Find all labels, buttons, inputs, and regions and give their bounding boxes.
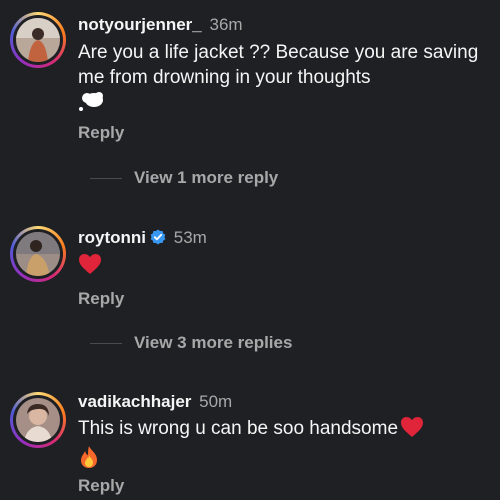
avatar-story-ring[interactable] — [10, 392, 66, 448]
thought-balloon-icon — [78, 90, 104, 119]
avatar[interactable] — [16, 398, 60, 442]
comment-header: roytonni 53m — [78, 228, 207, 250]
view-more-replies-button[interactable]: View 3 more replies — [90, 333, 292, 353]
avatar-story-ring[interactable] — [10, 12, 66, 68]
comments-feed: notyourjenner_ 36m Are you a life jacket… — [0, 0, 500, 500]
timestamp: 53m — [173, 228, 207, 247]
timestamp: 36m — [209, 15, 243, 34]
comment-header: vadikachhajer 50m — [78, 392, 232, 412]
divider-line — [90, 343, 122, 345]
reply-button[interactable]: Reply — [78, 476, 124, 496]
avatar[interactable] — [16, 18, 60, 62]
username[interactable]: vadikachhajer — [78, 392, 191, 411]
red-heart-icon — [78, 253, 102, 282]
reply-button[interactable]: Reply — [78, 289, 124, 309]
username[interactable]: roytonni — [78, 228, 146, 247]
username[interactable]: notyourjenner_ — [78, 15, 202, 34]
fire-icon — [78, 445, 100, 476]
comment-header: notyourjenner_ 36m — [78, 15, 243, 35]
timestamp: 50m — [199, 392, 233, 411]
verified-badge-icon — [150, 229, 166, 250]
comment-text — [78, 253, 488, 282]
red-heart-icon — [400, 416, 424, 445]
avatar[interactable] — [16, 232, 60, 276]
divider-line — [90, 178, 122, 180]
view-more-replies-button[interactable]: View 1 more reply — [90, 168, 278, 188]
avatar-story-ring[interactable] — [10, 226, 66, 282]
comment-text: Are you a life jacket ?? Because you are… — [78, 40, 488, 119]
comment-text: This is wrong u can be soo handsome — [78, 416, 488, 476]
reply-button[interactable]: Reply — [78, 123, 124, 143]
